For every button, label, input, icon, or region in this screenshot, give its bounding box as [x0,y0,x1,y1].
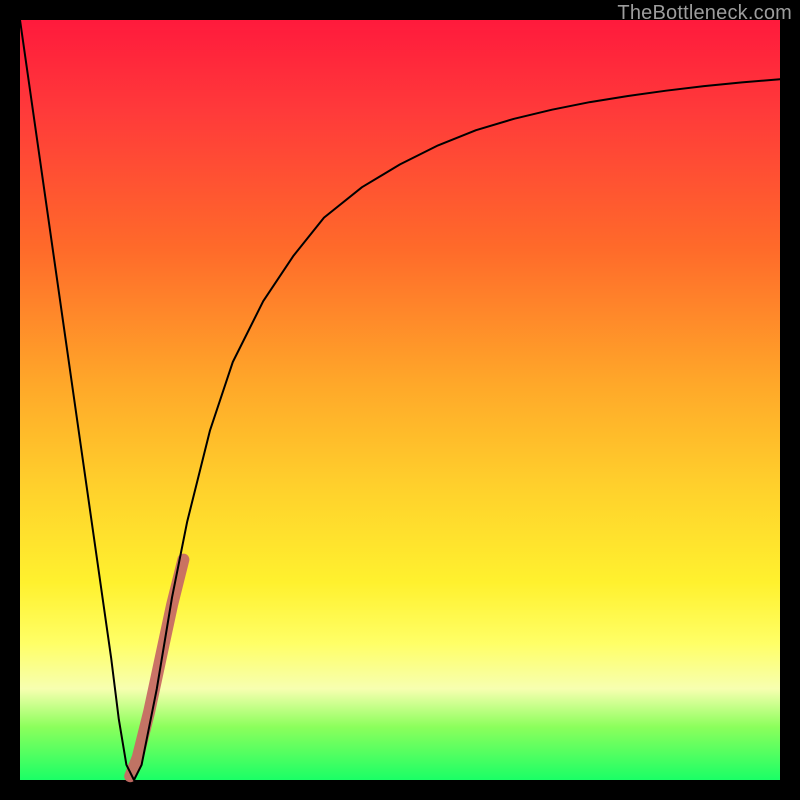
chart-svg [20,20,780,780]
chart-plot-area [20,20,780,780]
bottleneck-curve [20,20,780,780]
chart-stage: TheBottleneck.com [0,0,800,800]
watermark-text: TheBottleneck.com [617,2,792,25]
highlight-segment [130,560,183,777]
